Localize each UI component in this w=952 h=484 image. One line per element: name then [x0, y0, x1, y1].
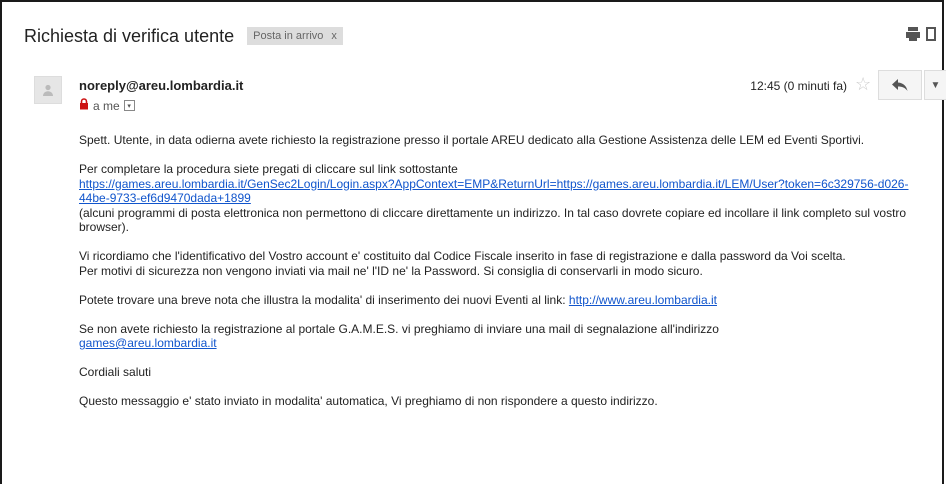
website-link[interactable]: http://www.areu.lombardia.it: [569, 293, 717, 307]
sender-address[interactable]: noreply@areu.lombardia.it: [79, 78, 243, 93]
more-actions-button[interactable]: ▼: [924, 70, 946, 100]
body-paragraph: Vi ricordiamo che l'identificativo del V…: [79, 249, 929, 278]
new-window-icon[interactable]: [926, 27, 936, 41]
email-link[interactable]: games@areu.lombardia.it: [79, 336, 217, 350]
body-text: Se non avete richiesto la registrazione …: [79, 321, 719, 336]
person-icon: [43, 84, 53, 96]
top-actions: [906, 27, 936, 41]
print-icon[interactable]: [906, 27, 920, 41]
email-view: Richiesta di verifica utente Posta in ar…: [0, 0, 946, 484]
chevron-down-icon: ▼: [930, 79, 941, 91]
body-paragraph: Spett. Utente, in data odierna avete ric…: [79, 133, 865, 147]
email-subject: Richiesta di verifica utente: [24, 25, 235, 46]
reply-button[interactable]: [878, 70, 922, 100]
avatar: [34, 76, 62, 104]
star-icon[interactable]: ☆: [855, 74, 871, 95]
body-paragraph: Cordiali saluti: [79, 365, 152, 379]
body-text: Potete trovare una breve nota che illust…: [79, 292, 569, 307]
label-chip-inbox[interactable]: Posta in arrivo x: [247, 27, 343, 45]
recipient-row: a me ▾: [79, 98, 135, 113]
email-body: Spett. Utente, in data odierna avete ric…: [79, 133, 929, 423]
remove-label-button[interactable]: x: [331, 30, 337, 42]
verification-link[interactable]: https://games.areu.lombardia.it/GenSec2L…: [79, 177, 908, 206]
body-text: Vi ricordiamo che l'identificativo del V…: [79, 249, 846, 263]
body-text: (alcuni programmi di posta elettronica n…: [79, 205, 907, 235]
lock-icon: [79, 98, 89, 113]
reply-icon: [892, 79, 908, 91]
body-paragraph: Potete trovare una breve nota che illust…: [79, 293, 929, 308]
body-text: Per completare la procedura siete pregat…: [79, 162, 458, 176]
show-details-button[interactable]: ▾: [123, 100, 135, 111]
label-text: Posta in arrivo: [253, 30, 324, 42]
body-text: Per motivi di sicurezza non vengono invi…: [79, 263, 703, 278]
body-paragraph: Per completare la procedura siete pregat…: [79, 162, 929, 235]
body-paragraph: Questo messaggio e' stato inviato in mod…: [79, 394, 658, 408]
email-timestamp: 12:45 (0 minuti fa): [750, 79, 847, 93]
subject-row: Richiesta di verifica utente Posta in ar…: [24, 24, 343, 48]
recipient-label: a me: [93, 98, 120, 113]
body-paragraph: Se non avete richiesto la registrazione …: [79, 322, 929, 351]
